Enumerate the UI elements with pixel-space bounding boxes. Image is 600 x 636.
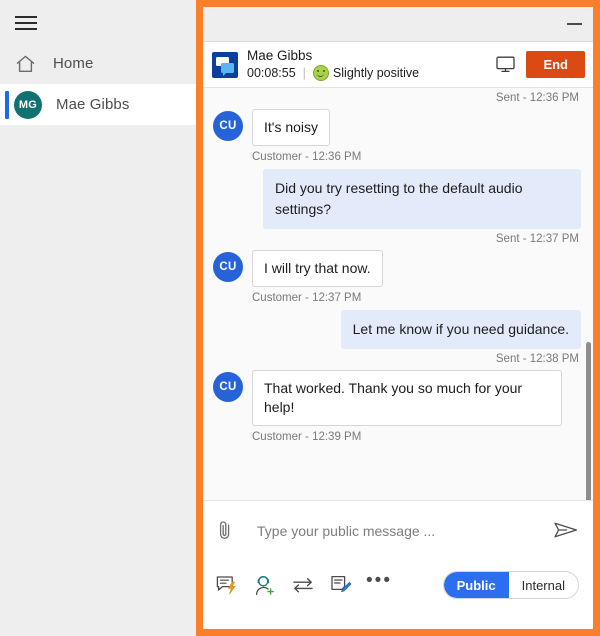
message-row-agent: Let me know if you need guidance.: [213, 310, 581, 349]
message-transcript[interactable]: Sent - 12:36 PM CU It's noisy Customer -…: [203, 88, 593, 501]
transcript-scrollbar[interactable]: [586, 342, 591, 500]
sentiment-label: Slightly positive: [332, 65, 420, 80]
message-bubble: That worked. Thank you so much for your …: [252, 370, 562, 426]
call-duration: 00:08:55: [247, 65, 296, 80]
message-row-agent: Did you try resetting to the default aud…: [213, 169, 581, 229]
message-block: That worked. Thank you so much for your …: [252, 370, 562, 443]
avatar: CU: [213, 111, 243, 141]
sidebar-item-mae-gibbs[interactable]: MG Mae Gibbs: [0, 84, 196, 125]
message-bubble: Did you try resetting to the default aud…: [263, 169, 581, 229]
message-block: It's noisy Customer - 12:36 PM: [252, 109, 361, 163]
avatar: MG: [14, 90, 42, 119]
smiley-face-icon: [312, 65, 329, 81]
hamburger-menu-icon[interactable]: [12, 10, 40, 36]
selected-indicator: [5, 91, 9, 119]
monitor-icon[interactable]: [494, 54, 516, 76]
sidebar-item-home-label: Home: [53, 55, 94, 72]
window-titlebar: [203, 7, 593, 42]
meta-separator: |: [302, 65, 306, 80]
chat-bubbles-icon: [212, 51, 238, 78]
avatar: CU: [213, 372, 243, 402]
hamburger-line: [15, 28, 37, 30]
smiley-mouth: [316, 72, 324, 77]
toggle-option-public[interactable]: Public: [443, 572, 509, 598]
avatar: CU: [213, 252, 243, 282]
message-timestamp: Sent - 12:36 PM: [495, 92, 579, 104]
conversation-meta: Mae Gibbs 00:08:55 | Slightly positive: [247, 48, 494, 82]
action-bar: ••• Public Internal: [203, 561, 593, 609]
visibility-toggle[interactable]: Public Internal: [442, 571, 579, 599]
message-composer: [203, 501, 593, 561]
conversation-substatus: 00:08:55 | Slightly positive: [247, 65, 494, 82]
hamburger-line: [15, 16, 37, 18]
toggle-option-internal[interactable]: Internal: [509, 572, 578, 598]
message-timestamp: Sent - 12:37 PM: [495, 233, 579, 245]
more-options-icon[interactable]: •••: [366, 569, 391, 601]
message-timestamp: Customer - 12:36 PM: [252, 151, 362, 163]
home-icon: [14, 53, 36, 75]
transfer-icon[interactable]: [291, 573, 315, 597]
hamburger-line: [15, 22, 37, 24]
message-row-customer: CU That worked. Thank you so much for yo…: [213, 370, 581, 443]
message-block: I will try that now. Customer - 12:37 PM: [252, 250, 383, 304]
message-timestamp: Sent - 12:38 PM: [495, 353, 579, 365]
note-icon[interactable]: [329, 573, 353, 597]
paperclip-icon[interactable]: [215, 520, 237, 542]
chat-bubble-front: [221, 62, 234, 76]
sidebar: Home MG Mae Gibbs: [0, 0, 196, 636]
chat-window: Mae Gibbs 00:08:55 | Slightly positive E…: [196, 0, 600, 636]
message-timestamp: Customer - 12:37 PM: [252, 292, 362, 304]
sidebar-item-mae-gibbs-label: Mae Gibbs: [56, 96, 130, 113]
message-timestamp: Customer - 12:39 PM: [252, 431, 362, 443]
message-bubble: I will try that now.: [252, 250, 383, 287]
minimize-dash: [566, 23, 582, 25]
end-button[interactable]: End: [526, 51, 585, 78]
customer-name: Mae Gibbs: [247, 47, 313, 63]
add-agent-icon[interactable]: [253, 573, 277, 597]
message-input[interactable]: [255, 522, 543, 540]
sidebar-item-home[interactable]: Home: [0, 43, 196, 84]
conversation-header: Mae Gibbs 00:08:55 | Slightly positive E…: [203, 42, 593, 88]
message-bubble: Let me know if you need guidance.: [340, 310, 581, 349]
message-bubble: It's noisy: [252, 109, 331, 146]
send-paper-plane-icon[interactable]: [553, 520, 579, 542]
message-row-customer: CU I will try that now. Customer - 12:37…: [213, 250, 581, 304]
minimize-icon[interactable]: [564, 16, 584, 32]
message-row-customer: CU It's noisy Customer - 12:36 PM: [213, 109, 581, 163]
quick-reply-icon[interactable]: [215, 573, 239, 597]
